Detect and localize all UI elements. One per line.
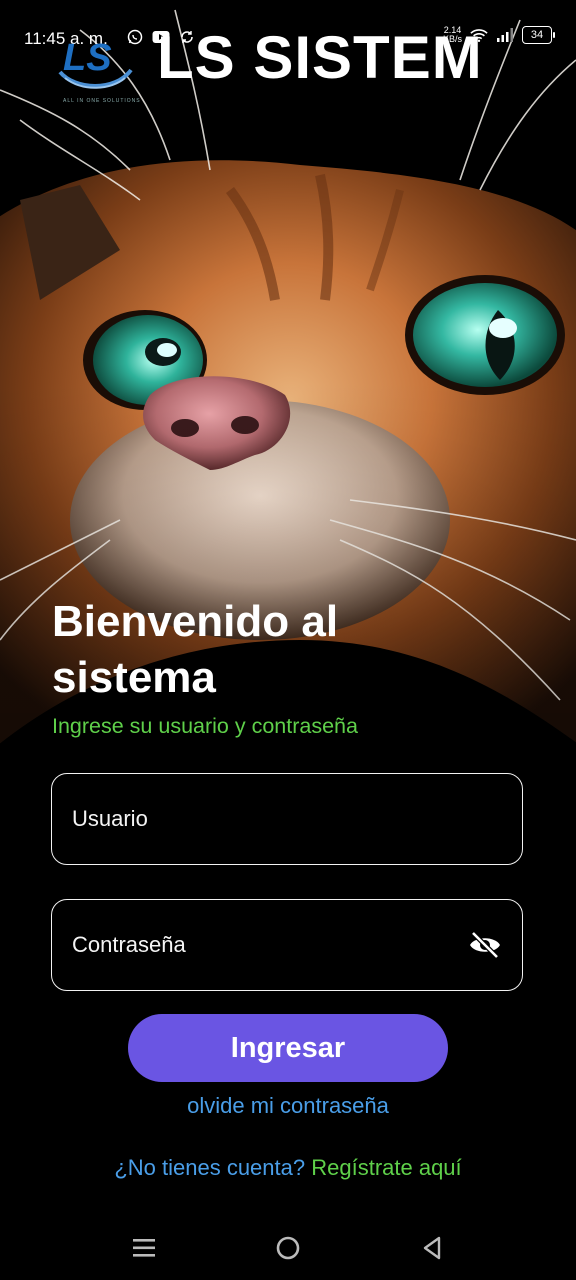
back-icon[interactable] xyxy=(417,1234,447,1262)
register-prompt: ¿No tienes cuenta? Regístrate aquí xyxy=(0,1155,576,1181)
system-nav-bar xyxy=(0,1212,576,1280)
brand-header: LS ALL IN ONE SOLUTIONS LS SISTEM xyxy=(55,28,535,108)
app-title: LS SISTEM xyxy=(157,24,483,91)
password-input[interactable] xyxy=(70,900,474,990)
eye-off-icon[interactable] xyxy=(468,930,502,960)
logo-caption: ALL IN ONE SOLUTIONS xyxy=(63,98,141,104)
menu-icon[interactable] xyxy=(129,1234,159,1262)
register-question: ¿No tienes cuenta? xyxy=(114,1155,306,1180)
welcome-title-line1: Bienvenido al xyxy=(52,597,339,646)
password-field[interactable] xyxy=(51,899,523,991)
forgot-password-link[interactable]: olvide mi contraseña xyxy=(0,1093,576,1119)
login-screen: 11:45 a. m. 2.14 KB/s 34 LS ALL IN ONE S… xyxy=(0,0,576,1280)
register-link[interactable]: Regístrate aquí xyxy=(311,1155,461,1180)
welcome-subtitle: Ingrese su usuario y contraseña xyxy=(52,714,358,738)
username-input[interactable] xyxy=(70,774,474,864)
login-button[interactable]: Ingresar xyxy=(128,1014,448,1082)
welcome-title-line2: sistema xyxy=(52,653,216,702)
welcome-section: Bienvenido al sistema Ingrese su usuario… xyxy=(52,594,532,739)
home-icon[interactable] xyxy=(273,1234,303,1262)
username-field[interactable] xyxy=(51,773,523,865)
logo-letters: LS xyxy=(63,37,112,79)
welcome-title: Bienvenido al sistema xyxy=(52,594,532,706)
ls-logo: LS xyxy=(58,37,133,89)
